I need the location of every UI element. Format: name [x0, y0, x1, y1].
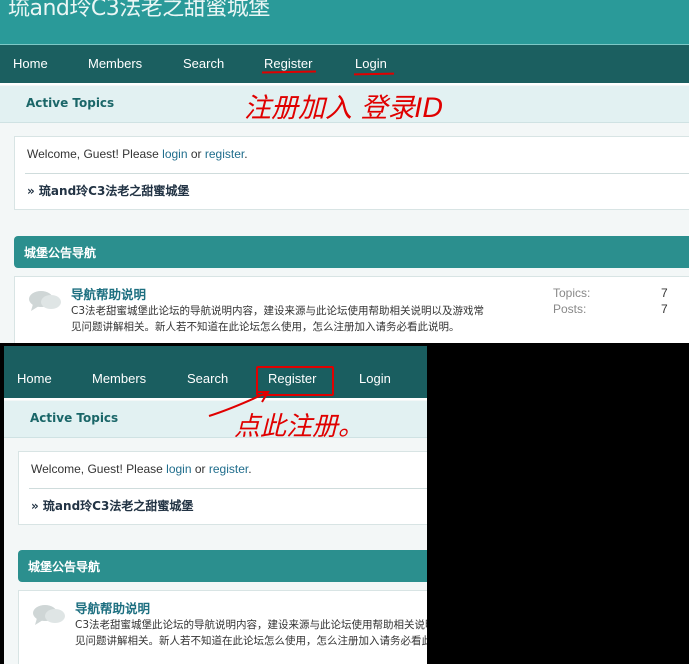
- handwritten-note-click-register: 点此注册。: [234, 412, 365, 442]
- nav-register[interactable]: Register: [264, 56, 312, 71]
- handwritten-note-register-login: 注册加入 登录ID: [244, 93, 444, 124]
- topics-count: 7: [661, 286, 668, 300]
- divider: [25, 173, 689, 174]
- category-title[interactable]: 城堡公告导航: [24, 244, 96, 261]
- welcome-message: Welcome, Guest! Please login or register…: [31, 462, 252, 476]
- board-index-link[interactable]: » 琉and玲C3法老之甜蜜城堡: [27, 182, 189, 199]
- nav-search[interactable]: Search: [183, 56, 224, 71]
- nav-members[interactable]: Members: [92, 371, 146, 386]
- welcome-period: .: [248, 462, 252, 476]
- welcome-panel: Welcome, Guest! Please login or register…: [14, 136, 689, 210]
- site-header: 琉and玲C3法老之甜蜜城堡: [0, 0, 689, 45]
- welcome-or-text: or: [187, 147, 205, 161]
- board-index-link[interactable]: » 琉and玲C3法老之甜蜜城堡: [31, 497, 193, 514]
- forum-name-link[interactable]: 导航帮助说明: [75, 598, 150, 617]
- nav-top-strip: [4, 346, 427, 360]
- speech-bubbles-icon: [29, 291, 61, 311]
- forum-name-link[interactable]: 导航帮助说明: [71, 284, 146, 303]
- login-link[interactable]: login: [162, 147, 187, 161]
- forum-description: C3法老甜蜜城堡此论坛的导航说明内容，建设来源与此论坛使用帮助相关说明以及游戏常…: [75, 619, 427, 647]
- nav-login[interactable]: Login: [359, 371, 391, 386]
- posts-count: 7: [661, 302, 668, 316]
- main-nav: Home Members Search Register Login: [0, 45, 689, 85]
- welcome-period: .: [244, 147, 248, 161]
- forum-screenshot-bottom: Home Members Search Register Login Activ…: [4, 346, 427, 664]
- speech-bubbles-icon: [33, 605, 65, 625]
- welcome-panel: Welcome, Guest! Please login or register…: [18, 451, 427, 525]
- divider: [29, 488, 427, 489]
- forum-description: C3法老甜蜜城堡此论坛的导航说明内容，建设来源与此论坛使用帮助相关说明以及游戏常…: [71, 305, 485, 333]
- nav-home[interactable]: Home: [17, 371, 52, 386]
- welcome-text: Welcome, Guest! Please: [31, 462, 167, 476]
- forum-row: 导航帮助说明 C3法老甜蜜城堡此论坛的导航说明内容，建设来源与此论坛使用帮助相关…: [18, 590, 427, 664]
- welcome-or-text: or: [191, 462, 209, 476]
- register-link[interactable]: register: [205, 147, 244, 161]
- posts-label: Posts:: [553, 302, 587, 316]
- welcome-text: Welcome, Guest! Please: [27, 147, 163, 161]
- nav-members[interactable]: Members: [88, 56, 142, 71]
- topics-label: Topics:: [553, 286, 591, 300]
- nav-search[interactable]: Search: [187, 371, 228, 386]
- nav-login[interactable]: Login: [355, 56, 387, 71]
- active-topics-link[interactable]: Active Topics: [30, 411, 118, 425]
- register-link[interactable]: register: [209, 462, 248, 476]
- login-link[interactable]: login: [166, 462, 191, 476]
- forum-row: 导航帮助说明 C3法老甜蜜城堡此论坛的导航说明内容，建设来源与此论坛使用帮助相关…: [14, 276, 689, 343]
- site-title: 琉and玲C3法老之甜蜜城堡: [8, 0, 270, 21]
- nav-home[interactable]: Home: [13, 56, 48, 71]
- welcome-message: Welcome, Guest! Please login or register…: [27, 147, 248, 161]
- active-topics-link[interactable]: Active Topics: [26, 96, 114, 110]
- category-header: 城堡公告导航: [18, 550, 427, 582]
- category-title[interactable]: 城堡公告导航: [28, 558, 100, 575]
- forum-screenshot-top: 琉and玲C3法老之甜蜜城堡 Home Members Search Regis…: [0, 0, 689, 343]
- category-header: 城堡公告导航: [14, 236, 689, 268]
